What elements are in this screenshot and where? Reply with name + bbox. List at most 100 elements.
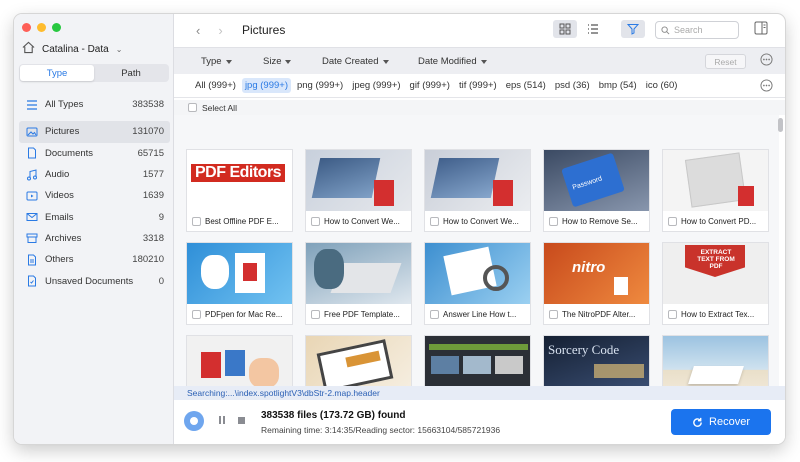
- window-controls: [22, 23, 61, 32]
- sidebar: Catalina - Data ⌄ Type Path All Types 38…: [14, 14, 174, 444]
- scanning-progress-icon: [184, 411, 204, 431]
- view-toggle: [553, 20, 605, 38]
- file-card[interactable]: nitro The NitroPDF Alter...: [543, 242, 650, 325]
- filter-bar: Type Size Date Created Date Modified Res…: [174, 47, 785, 74]
- drive-selector[interactable]: Catalina - Data ⌄: [22, 41, 122, 57]
- home-icon: [22, 41, 35, 57]
- date-created-dropdown[interactable]: Date Created: [322, 56, 389, 67]
- file-checkbox[interactable]: [668, 309, 677, 319]
- zoom-window-button[interactable]: [52, 23, 61, 32]
- forward-arrow-icon[interactable]: ›: [218, 23, 222, 38]
- file-checkbox[interactable]: [192, 309, 201, 319]
- app-window: Catalina - Data ⌄ Type Path All Types 38…: [14, 14, 785, 444]
- minimize-window-button[interactable]: [37, 23, 46, 32]
- pause-button[interactable]: [219, 416, 225, 424]
- remaining-time: Remaining time: 3:14:35/Reading sector: …: [261, 425, 501, 435]
- document-icon: [26, 147, 38, 159]
- file-checkbox[interactable]: [192, 216, 201, 226]
- file-card[interactable]: [186, 335, 293, 386]
- file-card[interactable]: PDF Editors Best Offline PDF E...: [186, 149, 293, 232]
- video-icon: [26, 190, 38, 202]
- sidebar-item-videos[interactable]: Videos 1639: [19, 185, 170, 206]
- sidebar-item-archives[interactable]: Archives 3318: [19, 228, 170, 249]
- file-thumbnail: PDF Editors: [187, 150, 292, 211]
- search-icon: [661, 25, 670, 34]
- drive-name: Catalina - Data: [42, 43, 109, 55]
- select-all-row[interactable]: Select All: [174, 100, 785, 115]
- file-card[interactable]: [424, 335, 531, 386]
- file-card[interactable]: EXTRACT TEXT FROM PDF How to Extract Tex…: [662, 242, 769, 325]
- tab-type[interactable]: Type: [20, 65, 94, 81]
- file-checkbox[interactable]: [311, 309, 320, 319]
- sidebar-item-emails[interactable]: Emails 9: [19, 206, 170, 227]
- file-card[interactable]: PDFpen for Mac Re...: [186, 242, 293, 325]
- ext-png[interactable]: png (999+): [294, 78, 346, 93]
- sidebar-item-documents[interactable]: Documents 65715: [19, 143, 170, 164]
- file-checkbox[interactable]: [549, 216, 558, 226]
- chevron-down-icon: ⌄: [115, 44, 123, 54]
- file-thumbnail: Password: [544, 150, 649, 211]
- main-panel: ‹ › Pictures Search Type Size Date Creat…: [174, 14, 785, 444]
- reset-button[interactable]: Reset: [705, 54, 746, 69]
- file-checkbox[interactable]: [430, 309, 439, 319]
- more-options-button[interactable]: [760, 53, 773, 71]
- ext-eps[interactable]: eps (514): [503, 78, 549, 93]
- others-icon: [26, 254, 38, 266]
- file-card[interactable]: Sorcery Code: [543, 335, 650, 386]
- back-arrow-icon[interactable]: ‹: [196, 23, 200, 38]
- date-modified-dropdown[interactable]: Date Modified: [418, 56, 487, 67]
- close-window-button[interactable]: [22, 23, 31, 32]
- ext-ico[interactable]: ico (60): [643, 78, 681, 93]
- file-card[interactable]: How to Convert PD...: [662, 149, 769, 232]
- file-checkbox[interactable]: [549, 309, 558, 319]
- sidebar-item-others[interactable]: Others 180210: [19, 249, 170, 270]
- grid-view-button[interactable]: [553, 20, 577, 38]
- refresh-icon: [693, 417, 702, 427]
- sidebar-panel-button[interactable]: [754, 21, 768, 40]
- ext-all[interactable]: All (999+): [192, 78, 239, 93]
- filter-icon: [627, 24, 639, 35]
- file-card[interactable]: Free PDF Template...: [305, 242, 412, 325]
- caret-down-icon: [225, 59, 232, 64]
- file-checkbox[interactable]: [668, 216, 677, 226]
- file-card[interactable]: How to Convert We...: [305, 149, 412, 232]
- select-all-checkbox[interactable]: [188, 103, 197, 112]
- files-found-count: 383538 files (173.72 GB) found: [261, 410, 406, 421]
- file-card[interactable]: How to Convert We...: [424, 149, 531, 232]
- file-checkbox[interactable]: [430, 216, 439, 226]
- picture-icon: [26, 126, 38, 138]
- stop-button[interactable]: [238, 417, 245, 424]
- file-thumbnail: [425, 243, 530, 304]
- sidebar-item-all-types[interactable]: All Types 383538: [19, 94, 170, 115]
- ext-psd[interactable]: psd (36): [552, 78, 593, 93]
- ext-jpeg[interactable]: jpeg (999+): [349, 78, 403, 93]
- tab-path[interactable]: Path: [94, 65, 168, 81]
- file-grid: PDF Editors Best Offline PDF E... How to…: [174, 115, 779, 386]
- list-view-button[interactable]: [581, 20, 605, 38]
- type-dropdown[interactable]: Type: [201, 56, 232, 67]
- list-icon: [588, 24, 598, 34]
- file-card[interactable]: [662, 335, 769, 386]
- sidebar-item-unsaved-documents[interactable]: Unsaved Documents 0: [19, 270, 170, 291]
- recover-button[interactable]: Recover: [671, 409, 771, 435]
- ext-jpg[interactable]: jpg (999+): [241, 78, 291, 93]
- filter-button[interactable]: [621, 20, 645, 38]
- file-thumbnail: [306, 336, 411, 386]
- search-field[interactable]: [655, 21, 739, 39]
- file-card[interactable]: Answer Line How t...: [424, 242, 531, 325]
- scrollbar-thumb[interactable]: [778, 118, 783, 132]
- search-progress-path: Searching:...\index.spotlightV3\dbStr-2.…: [174, 386, 785, 400]
- file-card[interactable]: [305, 335, 412, 386]
- ext-tif[interactable]: tif (999+): [456, 78, 500, 93]
- sidebar-item-pictures[interactable]: Pictures 131070: [19, 121, 170, 143]
- file-checkbox[interactable]: [311, 216, 320, 226]
- size-dropdown[interactable]: Size: [263, 56, 292, 67]
- ext-gif[interactable]: gif (999+): [407, 78, 453, 93]
- more-extensions-button[interactable]: [760, 79, 773, 97]
- file-card[interactable]: Password How to Remove Se...: [543, 149, 650, 232]
- file-thumbnail: [187, 336, 292, 386]
- page-title: Pictures: [242, 23, 286, 37]
- ext-bmp[interactable]: bmp (54): [596, 78, 640, 93]
- search-input[interactable]: [674, 25, 734, 35]
- sidebar-item-audio[interactable]: Audio 1577: [19, 164, 170, 185]
